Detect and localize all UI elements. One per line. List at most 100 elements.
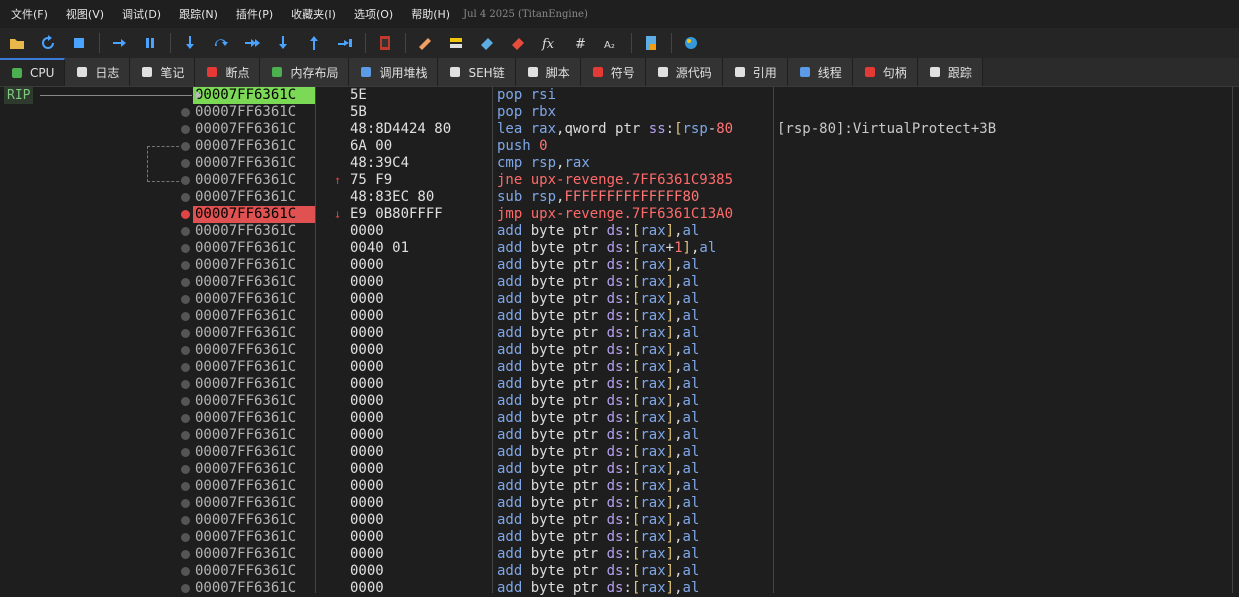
bytes-cell[interactable]: 0000	[350, 291, 384, 308]
instruction-cell[interactable]: push 0	[497, 138, 773, 155]
address-cell[interactable]: 00007FF6361C	[193, 512, 315, 529]
address-cell[interactable]: 00007FF6361C	[193, 342, 315, 359]
address-cell[interactable]: 00007FF6361C	[193, 206, 315, 223]
address-cell[interactable]: 00007FF6361C	[193, 223, 315, 240]
bytes-cell[interactable]: 0000	[350, 257, 384, 274]
disasm-row[interactable]: 00007FF6361C 0000 add byte ptr ds:[rax],al	[0, 495, 1239, 512]
disasm-row[interactable]: 00007FF6361C 0000 add byte ptr ds:[rax],al	[0, 274, 1239, 291]
execute-till-return-icon[interactable]	[303, 32, 325, 54]
instruction-cell[interactable]: lea rax,qword ptr ss:[rsp-80	[497, 121, 773, 138]
instruction-cell[interactable]: jmp upx-revenge.7FF6361C13A0	[497, 206, 773, 223]
breakpoint-toggle[interactable]	[181, 346, 190, 355]
address-cell[interactable]: 00007FF6361C	[193, 138, 315, 155]
notes-icon[interactable]	[640, 32, 662, 54]
disasm-row[interactable]: 00007FF6361C 0000 add byte ptr ds:[rax],al	[0, 291, 1239, 308]
address-cell[interactable]: 00007FF6361C	[193, 427, 315, 444]
bytes-cell[interactable]: 0000	[350, 410, 384, 427]
run-icon[interactable]	[108, 32, 130, 54]
disasm-row[interactable]: 00007FF6361C 48:83EC 80 sub rsp,FFFFFFFFFF…	[0, 189, 1239, 206]
instruction-cell[interactable]: add byte ptr ds:[rax],al	[497, 410, 773, 427]
address-cell[interactable]: 00007FF6361C	[193, 240, 315, 257]
tab-trace[interactable]: 跟踪	[917, 58, 983, 86]
breakpoint-toggle[interactable]	[181, 448, 190, 457]
tab-threads[interactable]: 线程	[787, 58, 853, 86]
disasm-row[interactable]: 00007FF6361C 0000 add byte ptr ds:[rax],al	[0, 563, 1239, 580]
tab-memory[interactable]: 内存布局	[260, 58, 350, 86]
stop-icon[interactable]	[68, 32, 90, 54]
address-cell[interactable]: 00007FF6361C	[193, 189, 315, 206]
address-cell[interactable]: 00007FF6361C	[193, 546, 315, 563]
instruction-cell[interactable]: add byte ptr ds:[rax],al	[497, 223, 773, 240]
tab-breakpoint[interactable]: 断点	[195, 58, 261, 86]
bytes-cell[interactable]: 0000	[350, 393, 384, 410]
calculator-icon[interactable]: A₂	[600, 32, 622, 54]
address-cell[interactable]: 00007FF6361C	[193, 274, 315, 291]
restart-icon[interactable]	[37, 32, 59, 54]
address-cell[interactable]: 00007FF6361C	[193, 563, 315, 580]
tab-script[interactable]: 脚本	[515, 58, 581, 86]
run-to-user-code-icon[interactable]	[334, 32, 356, 54]
breakpoint-toggle[interactable]	[181, 584, 190, 593]
bytes-cell[interactable]: 0000	[350, 325, 384, 342]
instruction-cell[interactable]: add byte ptr ds:[rax],al	[497, 376, 773, 393]
address-cell[interactable]: 00007FF6361C	[193, 393, 315, 410]
bytes-cell[interactable]: 5B	[350, 104, 367, 121]
bytes-cell[interactable]: 0000	[350, 529, 384, 546]
tab-symbols[interactable]: 符号	[580, 58, 646, 86]
address-cell[interactable]: 00007FF6361C	[193, 495, 315, 512]
bytes-cell[interactable]: 0000	[350, 580, 384, 597]
instruction-cell[interactable]: add byte ptr ds:[rax],al	[497, 291, 773, 308]
tab-callstack[interactable]: 调用堆栈	[349, 58, 439, 86]
breakpoint-toggle[interactable]	[181, 244, 190, 253]
breakpoint-toggle[interactable]	[181, 261, 190, 270]
address-cell[interactable]: 00007FF6361C	[193, 291, 315, 308]
bytes-cell[interactable]: 0000	[350, 546, 384, 563]
tab-handles[interactable]: 句柄	[852, 58, 918, 86]
bytes-cell[interactable]: 5E	[350, 87, 367, 104]
open-icon[interactable]	[6, 32, 28, 54]
instruction-cell[interactable]: pop rbx	[497, 104, 773, 121]
instruction-cell[interactable]: add byte ptr ds:[rax],al	[497, 308, 773, 325]
disasm-row[interactable]: 00007FF6361C 5B pop rbx	[0, 104, 1239, 121]
breakpoint-toggle[interactable]	[181, 295, 190, 304]
tab-source[interactable]: 源代码	[645, 58, 723, 86]
address-cell[interactable]: 00007FF6361C	[193, 461, 315, 478]
address-cell[interactable]: 00007FF6361C	[193, 325, 315, 342]
instruction-cell[interactable]: add byte ptr ds:[rax],al	[497, 546, 773, 563]
disasm-row[interactable]: 00007FF6361C 0000 add byte ptr ds:[rax],al	[0, 529, 1239, 546]
instruction-cell[interactable]: add byte ptr ds:[rax],al	[497, 359, 773, 376]
trace-over-icon[interactable]	[272, 32, 294, 54]
menu-item[interactable]: 帮助(H)	[400, 6, 457, 22]
address-cell[interactable]: 00007FF6361C	[193, 529, 315, 546]
instruction-cell[interactable]: sub rsp,FFFFFFFFFFFFFF80	[497, 189, 773, 206]
breakpoint-toggle[interactable]	[181, 278, 190, 287]
address-cell[interactable]: 00007FF6361C	[193, 257, 315, 274]
address-cell[interactable]: 00007FF6361C	[193, 155, 315, 172]
scylla-icon[interactable]	[374, 32, 396, 54]
disasm-row[interactable]: 00007FF6361C 48:8D4424 80 lea rax,qword pt…	[0, 121, 1239, 138]
menu-item[interactable]: 视图(V)	[55, 6, 111, 22]
instruction-cell[interactable]: add byte ptr ds:[rax],al	[497, 257, 773, 274]
breakpoint-toggle[interactable]	[181, 363, 190, 372]
bytes-cell[interactable]: 0000	[350, 512, 384, 529]
bytes-cell[interactable]: 0040 01	[350, 240, 409, 257]
disasm-row[interactable]: 00007FF6361C 0000 add byte ptr ds:[rax],al	[0, 359, 1239, 376]
breakpoint-toggle[interactable]	[181, 329, 190, 338]
address-cell[interactable]: 00007FF6361C	[193, 104, 315, 121]
disasm-row[interactable]: 00007FF6361C 0000 add byte ptr ds:[rax],al	[0, 580, 1239, 597]
bytes-cell[interactable]: 48:39C4	[350, 155, 409, 172]
functions-icon[interactable]: fx	[538, 32, 560, 54]
instruction-cell[interactable]: add byte ptr ds:[rax],al	[497, 580, 773, 597]
breakpoint-toggle[interactable]	[181, 414, 190, 423]
comments-icon[interactable]	[445, 32, 467, 54]
breakpoint-toggle[interactable]	[181, 142, 190, 151]
patch-icon[interactable]	[414, 32, 436, 54]
breakpoint-toggle[interactable]	[181, 465, 190, 474]
address-cell[interactable]: 00007FF6361C	[193, 359, 315, 376]
instruction-cell[interactable]: add byte ptr ds:[rax],al	[497, 393, 773, 410]
disasm-row[interactable]: 00007FF6361C 0000 add byte ptr ds:[rax],al	[0, 325, 1239, 342]
disasm-row[interactable]: 00007FF6361C 0000 add byte ptr ds:[rax],al	[0, 546, 1239, 563]
breakpoint-toggle[interactable]	[181, 176, 190, 185]
breakpoint-toggle[interactable]	[181, 108, 190, 117]
breakpoint-toggle[interactable]	[181, 431, 190, 440]
